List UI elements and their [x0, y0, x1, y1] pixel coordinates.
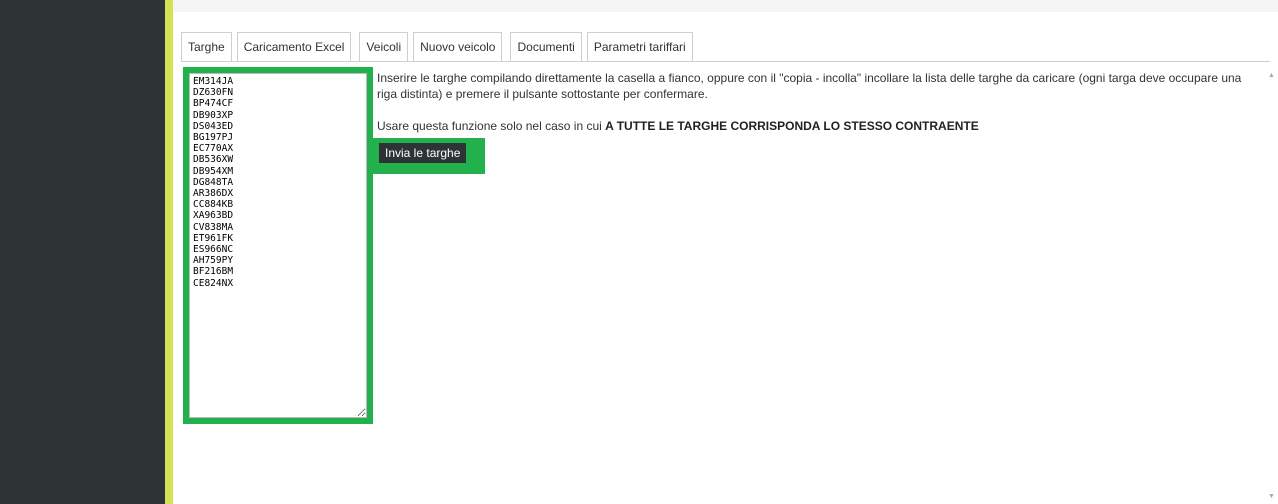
sidebar-accent-bar [165, 0, 173, 504]
instructions-warning: Usare questa funzione solo nel caso in c… [377, 118, 1257, 134]
tab-veicoli[interactable]: Veicoli [359, 32, 409, 61]
tab-parametri-tariffari[interactable]: Parametri tariffari [586, 32, 693, 61]
scroll-up-icon[interactable]: ▲ [1268, 72, 1275, 79]
plates-highlight-frame [183, 67, 373, 424]
tab-documenti[interactable]: Documenti [510, 32, 582, 61]
instructions-text: Inserire le targhe compilando direttamen… [377, 71, 1242, 101]
main-panel: Targhe Caricamento Excel Veicoli Nuovo v… [173, 12, 1278, 504]
instructions-warning-bold: A TUTTE LE TARGHE CORRISPONDA LO STESSO … [605, 119, 979, 133]
top-band [173, 0, 1278, 12]
tab-nuovo-veicolo[interactable]: Nuovo veicolo [413, 32, 503, 61]
sidebar [0, 0, 165, 504]
tabs-divider [181, 61, 1270, 62]
scroll-down-icon[interactable]: ▼ [1268, 493, 1275, 500]
tab-caricamento-excel[interactable]: Caricamento Excel [236, 32, 352, 61]
plates-textarea[interactable] [189, 73, 367, 418]
instructions-warning-prefix: Usare questa funzione solo nel caso in c… [377, 119, 606, 133]
instructions-panel: Inserire le targhe compilando direttamen… [377, 70, 1257, 134]
tab-bar: Targhe Caricamento Excel Veicoli Nuovo v… [181, 32, 698, 62]
submit-highlight-frame: Invia le targhe [373, 138, 485, 174]
submit-plates-button[interactable]: Invia le targhe [379, 143, 467, 163]
tab-targhe[interactable]: Targhe [181, 32, 232, 61]
page-scrollbar[interactable]: ▲ ▼ [1266, 68, 1278, 504]
